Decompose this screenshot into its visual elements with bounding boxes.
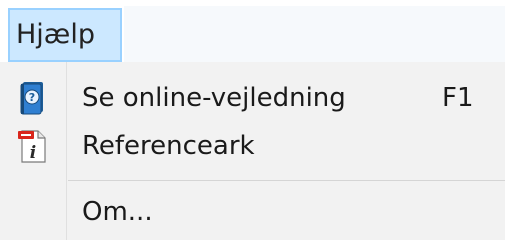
svg-text:i: i	[30, 143, 36, 163]
help-dropdown-menu: ? Se online-vejledning F1 i Referenceark…	[0, 62, 505, 240]
menu-bar: Hjælp	[0, 0, 505, 63]
menu-separator	[68, 180, 505, 181]
menu-bar-fill	[124, 6, 505, 62]
menu-item-shortcut: F1	[442, 83, 474, 113]
menu-item-label: Om...	[82, 197, 153, 227]
svg-text:?: ?	[29, 91, 35, 104]
help-menu-title[interactable]: Hjælp	[8, 8, 122, 62]
help-book-icon: ?	[14, 80, 50, 116]
menu-item-about[interactable]: Om...	[0, 188, 505, 236]
menu-item-online-help[interactable]: ? Se online-vejledning F1	[0, 74, 505, 122]
menu-item-label: Referenceark	[82, 131, 255, 161]
menu-item-reference-sheet[interactable]: i Referenceark	[0, 122, 505, 170]
pdf-info-document-icon: i	[14, 128, 50, 164]
menu-item-label: Se online-vejledning	[82, 83, 346, 113]
